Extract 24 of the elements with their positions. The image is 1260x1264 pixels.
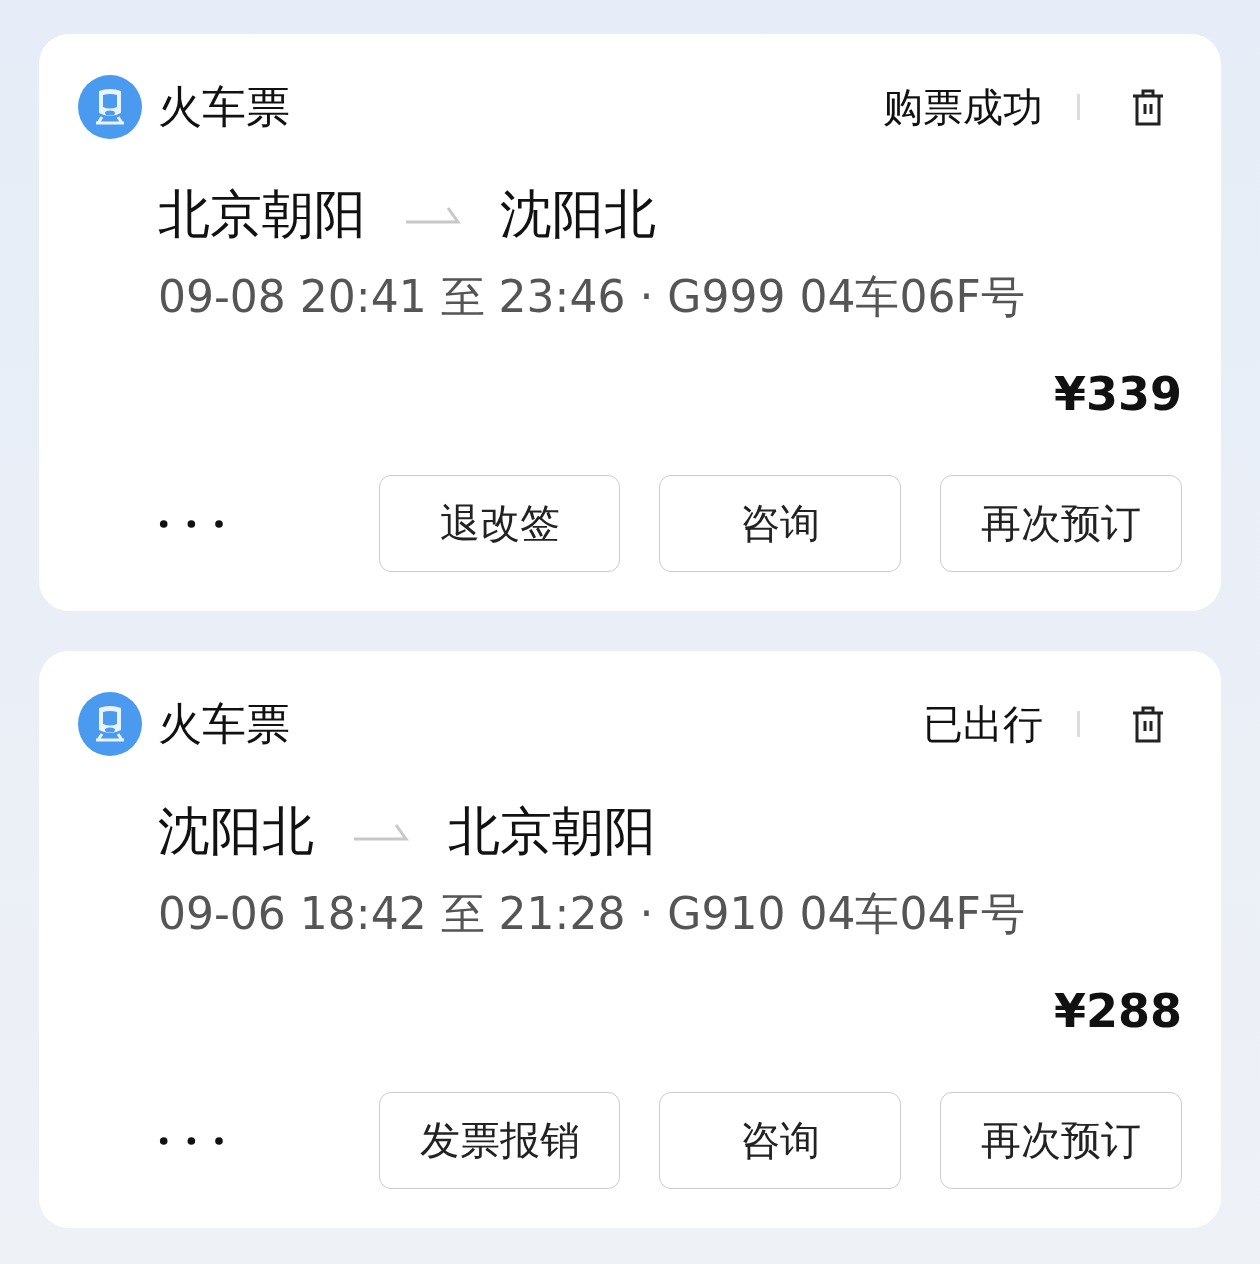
action-button[interactable]: 再次预订 — [940, 475, 1182, 572]
category-title: 火车票 — [158, 79, 290, 134]
trip-details: 09-06 18:42 至 21:28 · G910 04车04F号 — [158, 887, 1026, 941]
delete-icon[interactable] — [1130, 87, 1166, 127]
action-button[interactable]: 再次预订 — [940, 1092, 1182, 1189]
price: ¥339 — [1053, 367, 1182, 421]
order-status: 购票成功 — [883, 82, 1043, 132]
category-title: 火车票 — [158, 696, 290, 751]
delete-icon[interactable] — [1130, 704, 1166, 744]
train-icon — [78, 692, 142, 756]
departure-station: 沈阳北 — [158, 800, 314, 863]
action-button[interactable]: 咨询 — [659, 1092, 902, 1189]
action-button[interactable]: 发票报销 — [378, 1092, 621, 1189]
action-button[interactable]: 退改签 — [378, 475, 621, 572]
action-button[interactable]: 咨询 — [659, 475, 902, 572]
order-status: 已出行 — [923, 699, 1043, 749]
train-icon — [78, 75, 142, 139]
trip-details: 09-08 20:41 至 23:46 · G999 04车06F号 — [158, 270, 1026, 324]
departure-station: 北京朝阳 — [158, 183, 366, 246]
more-icon[interactable] — [158, 1134, 225, 1147]
price: ¥288 — [1053, 984, 1182, 1038]
arrival-station: 沈阳北 — [500, 183, 656, 246]
arrival-station: 北京朝阳 — [448, 800, 656, 863]
more-icon[interactable] — [158, 517, 225, 530]
